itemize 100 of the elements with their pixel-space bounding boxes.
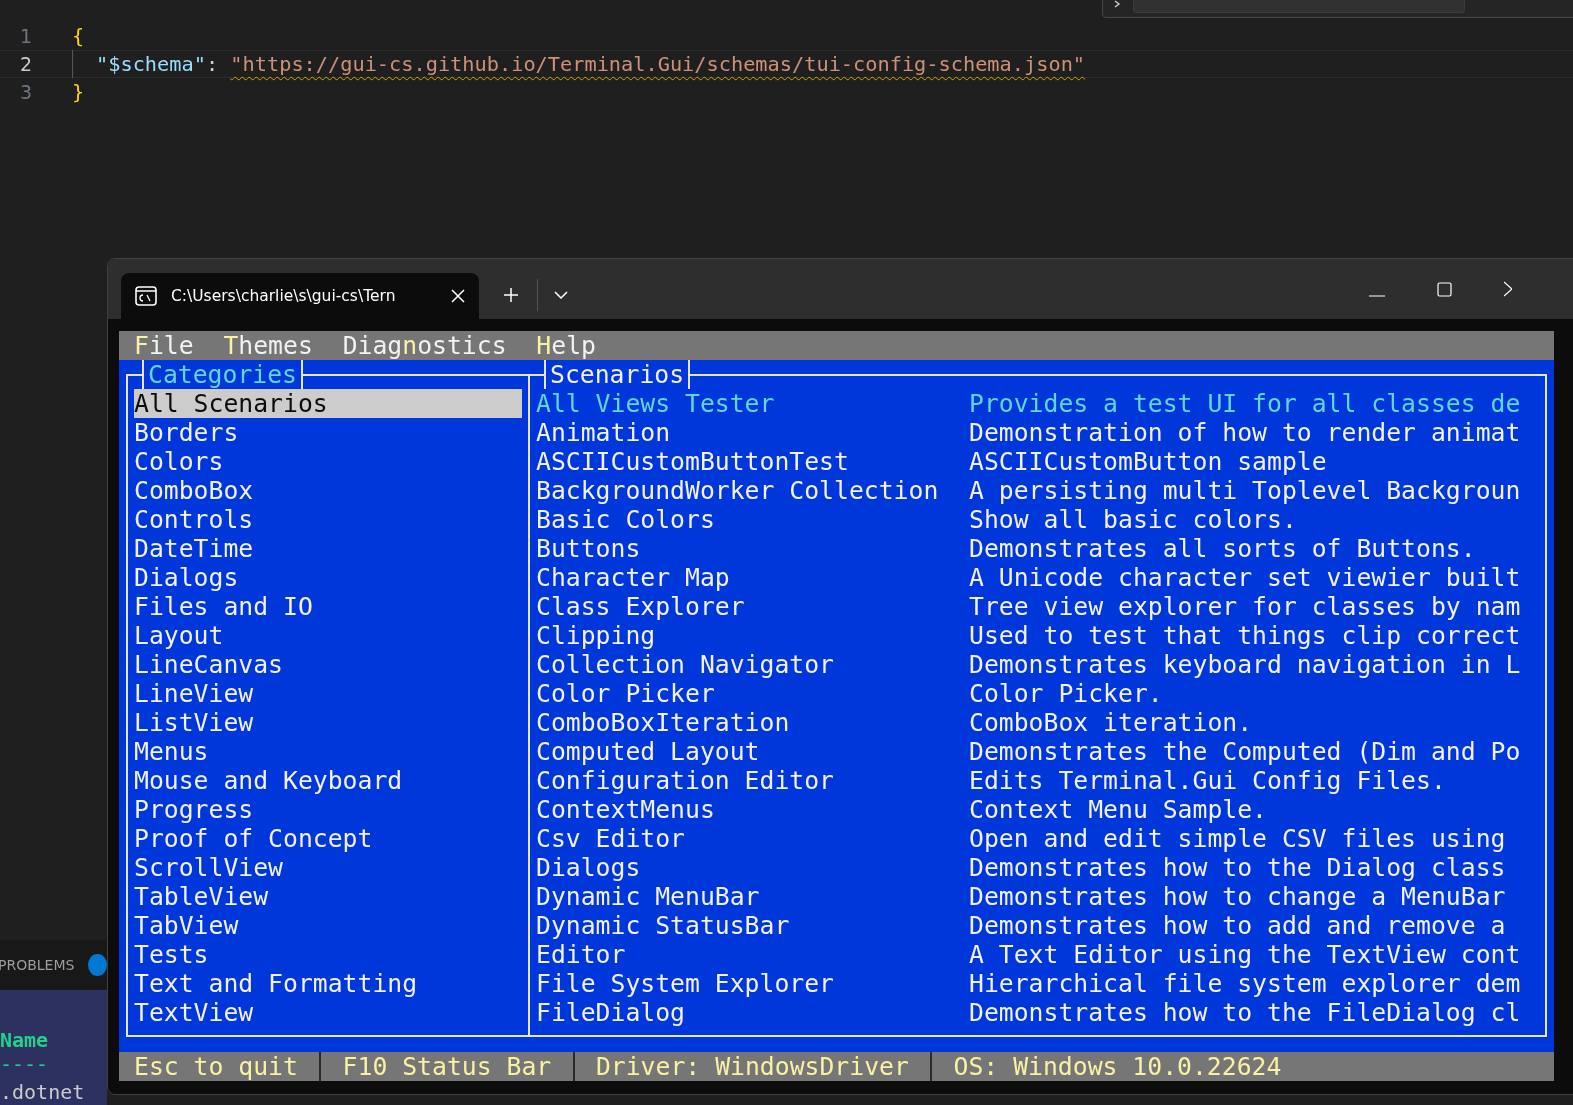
category-item[interactable]: Progress (134, 795, 522, 824)
scenario-description: Demonstrates keyboard navigation in L (969, 650, 1521, 679)
code-token: } (72, 79, 85, 106)
category-item[interactable]: Dialogs (134, 563, 522, 592)
scenario-name: Dynamic StatusBar (536, 911, 791, 940)
count-badge (88, 954, 107, 976)
scenario-row[interactable]: ContextMenus Context Menu Sample. (536, 795, 1545, 824)
scenario-description: Demonstrates all sorts of Buttons. (969, 534, 1476, 563)
scenario-name: Editor (536, 940, 627, 969)
category-item[interactable]: Files and IO (134, 592, 522, 621)
scenario-name: Computed Layout (536, 737, 761, 766)
scenario-description: A persisting multi Toplevel Backgroun (969, 476, 1521, 505)
menu-item[interactable]: Themes (223, 331, 313, 360)
category-item[interactable]: TextView (134, 998, 522, 1027)
status-item: F10 Status Bar (342, 1052, 552, 1081)
dropdown-icon[interactable] (554, 291, 568, 299)
pane-title: Scenarios (544, 360, 691, 389)
scenario-row[interactable]: ComboBoxIteration ComboBox iteration. (536, 708, 1545, 737)
category-item[interactable]: Colors (134, 447, 522, 476)
scenario-name: ComboBoxIteration (536, 708, 791, 737)
scenario-description: Provides a test UI for all classes de (969, 389, 1521, 418)
scenario-row[interactable]: Class Explorer Tree view explorer for classes by nam (536, 592, 1545, 621)
new-tab-icon[interactable] (503, 287, 519, 303)
terminal-output-line: Name (0, 1028, 50, 1052)
scenario-description: Show all basic colors. (969, 505, 1297, 534)
maximize-icon[interactable] (1437, 282, 1452, 297)
scenario-row[interactable]: Basic Colors Show all basic colors. (536, 505, 1545, 534)
scenario-row[interactable]: All Views Tester Provides a test UI for all classes de (536, 389, 1545, 418)
scenario-name: BackgroundWorker Collection (536, 476, 940, 505)
category-item[interactable]: LineCanvas (134, 650, 522, 679)
problems-tab[interactable]: PROBLEMS (0, 957, 75, 973)
category-item[interactable]: ScrollView (134, 853, 522, 882)
terminal-tab[interactable]: C:\Users\charlie\s\gui-cs\Tern (121, 273, 479, 319)
scenario-row[interactable]: Csv Editor Open and edit simple CSV files using (536, 824, 1545, 853)
code-token: { (72, 23, 85, 50)
console-icon (135, 286, 157, 306)
scenario-row[interactable]: BackgroundWorker Collection A persisting multi Toplevel Backgroun (536, 476, 1545, 505)
menu-item[interactable]: Diagnostics (342, 331, 507, 360)
category-item[interactable]: Mouse and Keyboard (134, 766, 522, 795)
category-item[interactable]: TabView (134, 911, 522, 940)
scenario-description: Used to test that things clip correct (969, 621, 1521, 650)
scenario-row[interactable]: Configuration Editor Edits Terminal.Gui Config Files. (536, 766, 1545, 795)
scenario-row[interactable]: Collection Navigator Demonstrates keyboard navigation in L (536, 650, 1545, 679)
scenario-description: A Unicode character set viewier built (969, 563, 1521, 592)
category-item[interactable]: Borders (134, 418, 522, 447)
status-item: OS: Windows 10.0.22624 (953, 1052, 1282, 1081)
menu-item[interactable]: Help (536, 331, 596, 360)
scenario-description: Demonstrates how to the FileDialog cl (969, 998, 1521, 1027)
scenario-row[interactable]: Computed Layout Demonstrates the Computed (Dim and Po (536, 737, 1545, 766)
scenario-row[interactable]: Buttons Demonstrates all sorts of Buttons. (536, 534, 1545, 563)
category-item[interactable]: DateTime (134, 534, 522, 563)
scenario-name: ASCIICustomButtonTest (536, 447, 850, 476)
scenario-description: Color Picker. (969, 679, 1163, 708)
scenario-description: Demonstrates how to the Dialog class (969, 853, 1506, 882)
scenario-description: Context Menu Sample. (969, 795, 1267, 824)
scenario-row[interactable]: Color Picker Color Picker. (536, 679, 1545, 708)
code-token: "https://gui-cs.github.io/Terminal.Gui/schemas/tui-config-schema.json" (230, 51, 1086, 78)
scenario-row[interactable]: FileDialog Demonstrates how to the FileDialog cl (536, 998, 1545, 1027)
scenario-row[interactable]: ASCIICustomButtonTest ASCIICustomButton sample (536, 447, 1545, 476)
category-item[interactable]: ListView (134, 708, 522, 737)
category-item[interactable]: Controls (134, 505, 522, 534)
scenario-name: Csv Editor (536, 824, 686, 853)
scenario-description: Demonstration of how to render animat (969, 418, 1521, 447)
scenario-name: Basic Colors (536, 505, 716, 534)
scenario-name: Character Map (536, 563, 731, 592)
scenario-description: ASCIICustomButton sample (969, 447, 1327, 476)
scenario-row[interactable]: File System Explorer Hierarchical file system explorer dem (536, 969, 1545, 998)
scenario-description: Demonstrates how to change a MenuBar (969, 882, 1506, 911)
scenario-row[interactable]: Animation Demonstration of how to render animat (536, 418, 1545, 447)
scenario-description: Tree view explorer for classes by nam (969, 592, 1521, 621)
scenario-row[interactable]: Editor A Text Editor using the TextView cont (536, 940, 1545, 969)
scenario-description: Hierarchical file system explorer dem (969, 969, 1521, 998)
menu-item[interactable]: File (134, 331, 194, 360)
category-item[interactable]: ComboBox (134, 476, 522, 505)
scenario-name: Class Explorer (536, 592, 746, 621)
category-item[interactable]: LineView (134, 679, 522, 708)
category-item[interactable]: All Scenarios (134, 389, 522, 418)
pane-title: Categories (142, 360, 303, 389)
category-item[interactable]: Proof of Concept (134, 824, 522, 853)
scenario-name: Dialogs (536, 853, 642, 882)
scenario-row[interactable]: Clipping Used to test that things clip correct (536, 621, 1545, 650)
line-number: 3 (18, 80, 32, 105)
category-item[interactable]: Text and Formatting (134, 969, 522, 998)
category-item[interactable]: Layout (134, 621, 522, 650)
scenario-name: Buttons (536, 534, 642, 563)
scenario-name: File System Explorer (536, 969, 835, 998)
scenario-description: Demonstrates the Computed (Dim and Po (969, 737, 1521, 766)
scenario-description: A Text Editor using the TextView cont (969, 940, 1521, 969)
category-item[interactable]: TableView (134, 882, 522, 911)
scenario-name: ContextMenus (536, 795, 716, 824)
scenario-name: FileDialog (536, 998, 686, 1027)
scenario-row[interactable]: Dialogs Demonstrates how to the Dialog class (536, 853, 1545, 882)
scenario-row[interactable]: Dynamic MenuBar Demonstrates how to change a MenuBar (536, 882, 1545, 911)
scenario-row[interactable]: Character Map A Unicode character set viewier built (536, 563, 1545, 592)
scenario-name: Clipping (536, 621, 657, 650)
code-token: "$schema" (96, 51, 206, 78)
scenario-name: All Views Tester (536, 389, 776, 418)
category-item[interactable]: Menus (134, 737, 522, 766)
scenario-row[interactable]: Dynamic StatusBar Demonstrates how to add and remove a (536, 911, 1545, 940)
category-item[interactable]: Tests (134, 940, 522, 969)
